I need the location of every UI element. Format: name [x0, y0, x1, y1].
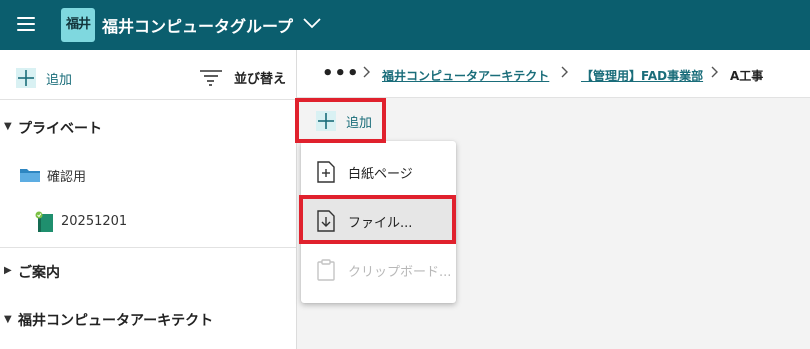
menu-item-clipboard: クリップボード...	[301, 247, 456, 293]
menu-item-label: 白紙ページ	[348, 166, 413, 182]
divider	[0, 99, 296, 100]
sidebar: 追加 並び替え ▼ プライベート 確認用 20251201 ▶ ご案内 ▼ 福井…	[0, 50, 297, 349]
notebook-icon	[35, 211, 53, 232]
tree-item-notebook[interactable]: 20251201	[61, 214, 127, 229]
chevron-down-icon[interactable]	[302, 16, 322, 30]
clipboard-icon	[317, 259, 335, 281]
app-header: 福井 福井コンピュータグループ	[0, 0, 810, 50]
sort-icon	[200, 69, 222, 86]
highlight-box-add	[295, 98, 386, 143]
section-guide[interactable]: ご案内	[18, 262, 60, 282]
highlight-box-file	[299, 195, 456, 244]
expand-triangle-icon[interactable]: ▼	[4, 314, 12, 325]
chevron-right-icon	[561, 66, 568, 78]
menu-item-blank-page[interactable]: 白紙ページ	[301, 149, 456, 195]
section-architect[interactable]: 福井コンピュータアーキテクト	[18, 310, 213, 330]
folder-icon	[20, 169, 40, 182]
breadcrumb-item-fad[interactable]: 【管理用】FAD事業部	[581, 67, 703, 84]
divider	[0, 247, 296, 248]
collapse-triangle-icon[interactable]: ▶	[4, 265, 12, 276]
app-logo: 福井	[61, 8, 95, 42]
sidebar-add-label: 追加	[46, 72, 73, 88]
sort-label: 並び替え	[234, 72, 287, 87]
expand-triangle-icon[interactable]: ▼	[4, 121, 12, 132]
plus-icon	[16, 68, 36, 88]
chevron-right-icon	[711, 66, 718, 78]
tree-item-kakunin[interactable]: 確認用	[47, 166, 86, 185]
breadcrumb-more-button[interactable]: •••	[322, 63, 360, 84]
section-private[interactable]: プライベート	[18, 118, 102, 138]
hamburger-menu-icon[interactable]	[17, 17, 35, 31]
breadcrumb-item-architect[interactable]: 福井コンピュータアーキテクト	[382, 67, 549, 84]
menu-item-label: クリップボード...	[348, 264, 452, 280]
blank-page-icon	[317, 161, 335, 183]
sort-button[interactable]: 並び替え	[200, 68, 286, 87]
breadcrumb: ••• 福井コンピュータアーキテクト 【管理用】FAD事業部 A工事	[297, 50, 810, 98]
sidebar-add-button[interactable]: 追加	[16, 68, 72, 88]
breadcrumb-current: A工事	[730, 69, 764, 83]
app-title[interactable]: 福井コンピュータグループ	[102, 13, 293, 37]
chevron-right-icon	[363, 66, 370, 78]
